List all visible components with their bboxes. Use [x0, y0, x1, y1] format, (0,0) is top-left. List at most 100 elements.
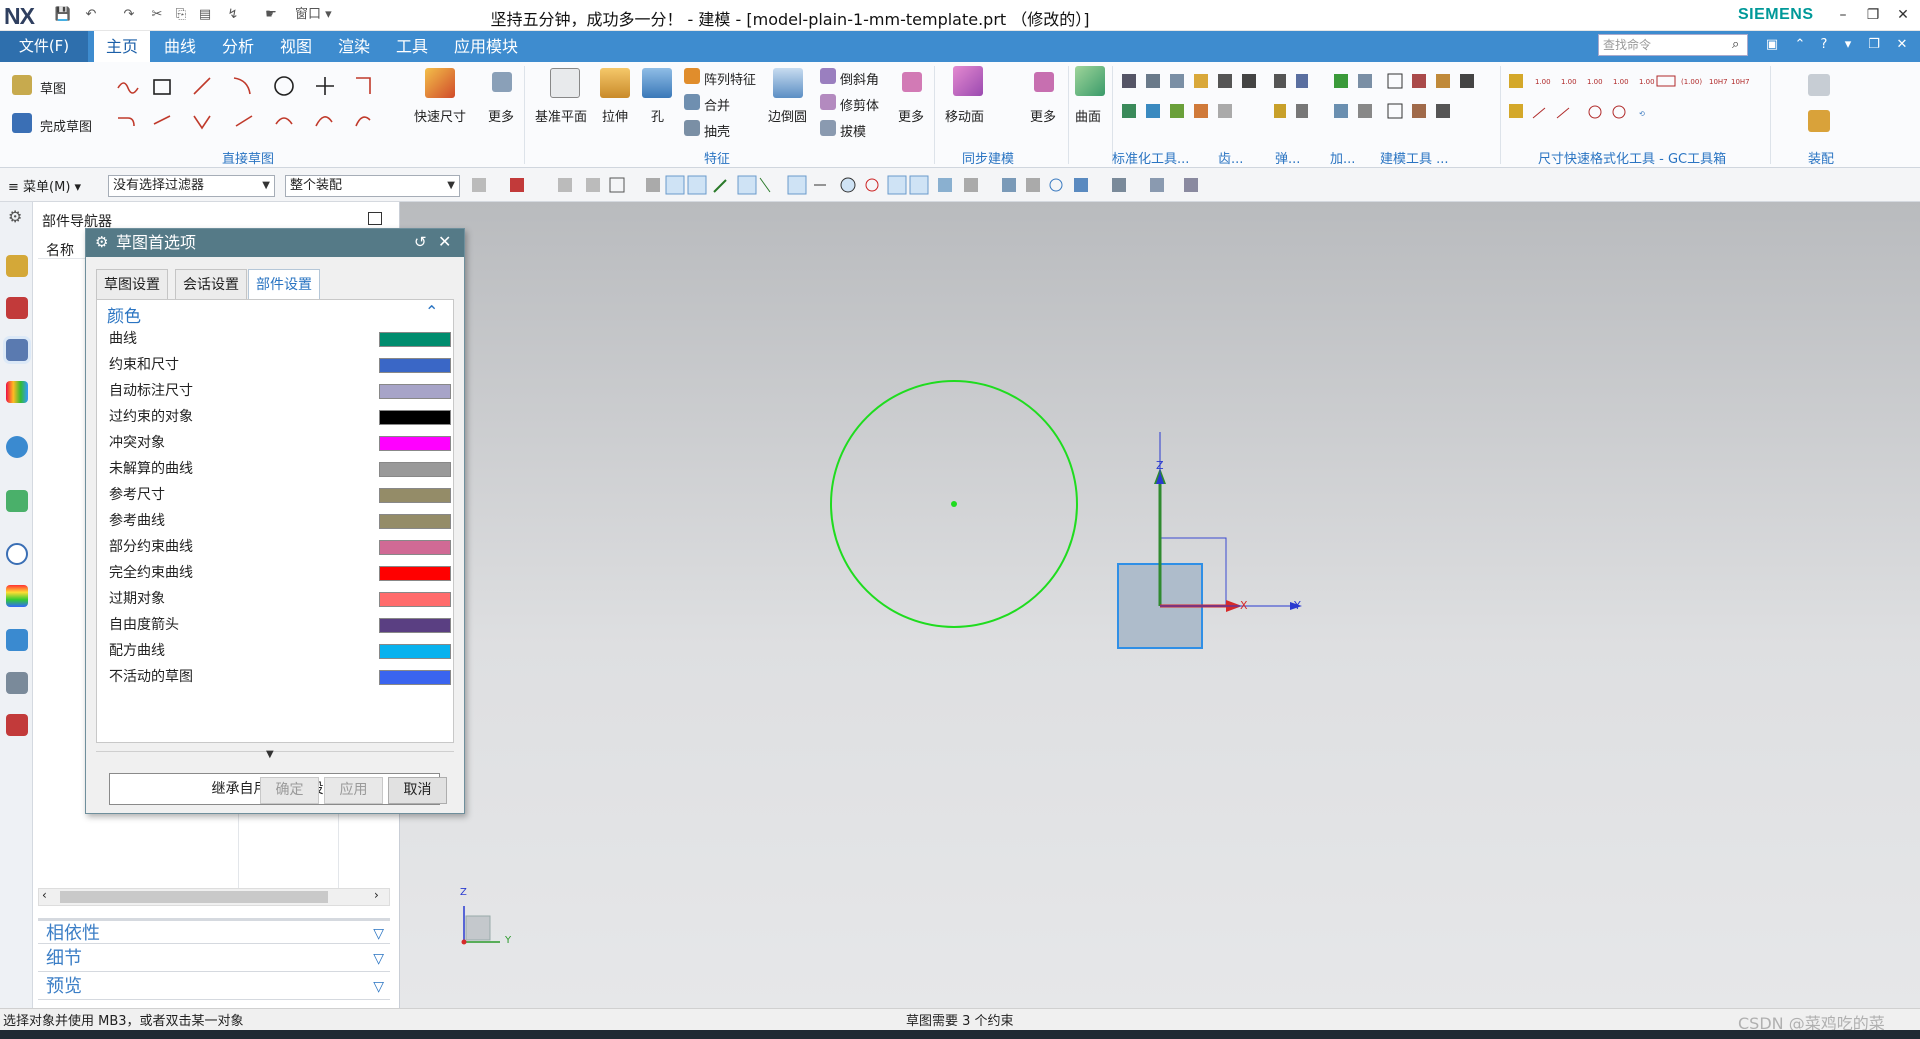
window-mode-icon[interactable]: ▣: [1762, 35, 1782, 55]
color-swatch-button[interactable]: [379, 436, 451, 451]
trim-body-icon[interactable]: [820, 94, 836, 110]
panel-details[interactable]: 细节 ▽: [38, 946, 390, 972]
color-swatch-button[interactable]: [379, 540, 451, 555]
std-tools-icon-grid[interactable]: [1118, 70, 1268, 136]
restore-doc-icon[interactable]: ❐: [1864, 35, 1884, 55]
surface-icon[interactable]: [1075, 66, 1105, 96]
hole-label[interactable]: 孔: [651, 106, 664, 125]
tab-analysis[interactable]: 分析: [210, 31, 266, 62]
selection-filter-dropdown[interactable]: 没有选择过滤器 ▼: [108, 175, 275, 197]
draft-icon[interactable]: [820, 120, 836, 136]
modeling-tools-icon-grid[interactable]: [1270, 70, 1510, 136]
help-icon[interactable]: ?: [1814, 35, 1834, 55]
color-swatch-button[interactable]: [379, 618, 451, 633]
draft-label[interactable]: 拔模: [840, 121, 866, 140]
color-swatch-button[interactable]: [379, 644, 451, 659]
tab-sketch-settings[interactable]: 草图设置: [96, 269, 168, 299]
rapid-dimension-icon[interactable]: [425, 68, 455, 98]
datum-plane-icon[interactable]: [550, 68, 580, 98]
datum-plane-label[interactable]: 基准平面: [535, 106, 587, 125]
more-sync-icon[interactable]: [1034, 72, 1054, 92]
close-doc-icon[interactable]: ✕: [1892, 35, 1912, 55]
pattern-feature-icon[interactable]: [684, 68, 700, 84]
dim-format-group-label[interactable]: 尺寸快速格式化工具 - GC工具箱: [1538, 148, 1726, 167]
system-materials-icon[interactable]: [6, 585, 28, 607]
tab-part-settings[interactable]: 部件设置: [248, 269, 320, 299]
selection-scope-dropdown[interactable]: 整个装配 ▼: [285, 175, 460, 197]
tab-session-settings[interactable]: 会话设置: [175, 269, 247, 299]
gear-group-label[interactable]: 齿...: [1218, 148, 1243, 167]
color-swatch-button[interactable]: [379, 488, 451, 503]
collapse-ribbon-icon[interactable]: ⌃: [1790, 35, 1810, 55]
scroll-left-icon[interactable]: ‹: [42, 888, 47, 902]
more-feature-label[interactable]: 更多: [898, 106, 924, 125]
std-tools-group-label[interactable]: 标准化工具...: [1112, 148, 1189, 167]
extrude-label[interactable]: 拉伸: [602, 106, 628, 125]
color-swatch-button[interactable]: [379, 462, 451, 477]
restore-button[interactable]: ❐: [1860, 4, 1886, 26]
panel-dependencies[interactable]: 相依性 ▽: [38, 918, 390, 944]
unite-label[interactable]: 合并: [704, 95, 730, 114]
color-swatch-button[interactable]: [379, 592, 451, 607]
hd3d-tools-icon[interactable]: [6, 436, 28, 458]
assembly-navigator-icon[interactable]: [6, 255, 28, 277]
chamfer-label[interactable]: 倒斜角: [840, 69, 879, 88]
snap-toolbar[interactable]: [470, 174, 1230, 198]
shell-icon[interactable]: [684, 120, 700, 136]
surface-label[interactable]: 曲面: [1075, 106, 1101, 125]
circle-center-point[interactable]: [951, 501, 957, 507]
dropdown-icon[interactable]: ▾: [1838, 35, 1858, 55]
process-studio-icon[interactable]: [6, 629, 28, 651]
tab-render[interactable]: 渲染: [326, 31, 382, 62]
part-navigator-icon[interactable]: [6, 339, 28, 361]
ok-button[interactable]: 确定: [260, 777, 319, 804]
tab-curve[interactable]: 曲线: [152, 31, 208, 62]
sketch-icon[interactable]: [12, 75, 32, 95]
minimize-button[interactable]: –: [1830, 4, 1856, 26]
menu-button[interactable]: ≡ 菜单(M) ▾: [8, 176, 81, 195]
close-icon[interactable]: ✕: [438, 232, 451, 251]
color-swatch-button[interactable]: [379, 670, 451, 685]
roles-icon[interactable]: [6, 714, 28, 736]
tab-tools[interactable]: 工具: [384, 31, 440, 62]
more-sync-label[interactable]: 更多: [1030, 106, 1056, 125]
cancel-button[interactable]: 取消: [388, 777, 447, 804]
hole-icon[interactable]: [642, 68, 672, 98]
more-sketch-icon[interactable]: [492, 72, 512, 92]
constraint-navigator-icon[interactable]: [6, 297, 28, 319]
expand-more-icon[interactable]: ▼: [266, 749, 274, 760]
scroll-right-icon[interactable]: ›: [374, 888, 379, 902]
color-swatch-button[interactable]: [379, 514, 451, 529]
search-icon[interactable]: ⌕: [1732, 37, 1739, 52]
edge-blend-icon[interactable]: [773, 68, 803, 98]
color-swatch-button[interactable]: [379, 410, 451, 425]
shell-label[interactable]: 抽壳: [704, 121, 730, 140]
more-sketch-label[interactable]: 更多: [488, 106, 514, 125]
close-button[interactable]: ✕: [1890, 4, 1916, 26]
move-face-icon[interactable]: [953, 66, 983, 96]
assembly-icon[interactable]: [1808, 74, 1830, 96]
unite-icon[interactable]: [684, 94, 700, 110]
color-swatch-button[interactable]: [379, 384, 451, 399]
chamfer-icon[interactable]: [820, 68, 836, 84]
file-menu-button[interactable]: 文件(F): [0, 31, 88, 62]
trim-body-label[interactable]: 修剪体: [840, 95, 879, 114]
rapid-dimension-label[interactable]: 快速尺寸: [414, 106, 466, 125]
pattern-feature-label[interactable]: 阵列特征: [704, 69, 756, 88]
spring-group-label[interactable]: 弹...: [1275, 148, 1300, 167]
command-search-input[interactable]: 查找命令: [1598, 34, 1748, 56]
tab-home[interactable]: 主页: [94, 31, 151, 62]
manufacturing-wizard-icon[interactable]: [6, 672, 28, 694]
scrollbar-thumb[interactable]: [60, 891, 328, 903]
color-swatch-button[interactable]: [379, 566, 451, 581]
reuse-library-icon[interactable]: [6, 381, 28, 403]
add-group-label[interactable]: 加...: [1330, 148, 1355, 167]
settings-gear-icon[interactable]: ⚙: [8, 207, 22, 226]
tab-applications[interactable]: 应用模块: [442, 31, 530, 62]
move-face-label[interactable]: 移动面: [945, 106, 984, 125]
history-icon[interactable]: [6, 543, 28, 565]
color-swatch-button[interactable]: [379, 332, 451, 347]
reset-icon[interactable]: ↺: [414, 233, 427, 251]
add-component-icon[interactable]: [1808, 110, 1830, 132]
apply-button[interactable]: 应用: [324, 777, 383, 804]
